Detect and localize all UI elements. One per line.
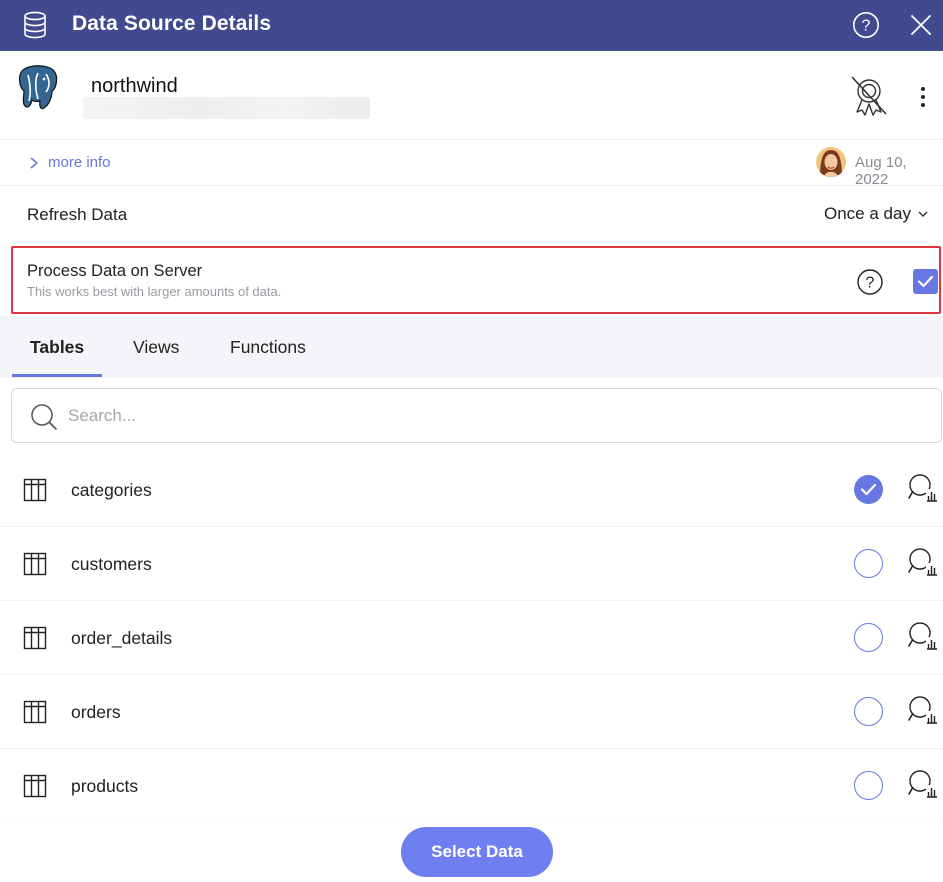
data-preview-icon[interactable]	[908, 621, 938, 653]
checkmark-icon	[860, 483, 877, 496]
table-grid-icon	[23, 774, 47, 798]
search-box	[11, 388, 942, 443]
tabs-bar: Tables Views Functions	[0, 316, 943, 378]
table-select-toggle[interactable]	[854, 697, 883, 726]
modified-date: Aug 10, 2022	[855, 154, 907, 188]
title-bar: Data Source Details ?	[0, 0, 943, 51]
table-name: customers	[71, 554, 152, 574]
datasource-connection-redacted	[83, 97, 370, 119]
process-on-server-checkbox[interactable]	[913, 269, 938, 294]
table-grid-icon	[23, 626, 47, 650]
checkmark-icon	[917, 275, 934, 288]
refresh-frequency-dropdown[interactable]: Once a day	[824, 204, 929, 224]
data-preview-icon[interactable]	[908, 473, 938, 505]
postgresql-elephant-icon	[18, 65, 58, 110]
data-preview-icon[interactable]	[908, 769, 938, 801]
certified-off-icon[interactable]	[848, 74, 890, 118]
refresh-frequency-value: Once a day	[824, 204, 911, 223]
table-select-toggle[interactable]	[854, 623, 883, 652]
table-row[interactable]: categories	[0, 453, 943, 527]
search-input[interactable]	[68, 397, 928, 435]
dialog-title: Data Source Details	[72, 12, 272, 35]
table-name: products	[71, 776, 139, 796]
chevron-down-icon	[918, 211, 928, 217]
database-icon	[24, 11, 46, 39]
refresh-row: Refresh Data Once a day	[0, 186, 943, 244]
refresh-data-label: Refresh Data	[27, 205, 128, 224]
table-row[interactable]: customers	[0, 527, 943, 601]
process-on-server-title: Process Data on Server	[27, 262, 203, 280]
table-grid-icon	[23, 552, 47, 576]
table-row[interactable]: order_details	[0, 601, 943, 675]
table-grid-icon	[23, 478, 47, 502]
help-icon[interactable]: ?	[856, 268, 884, 296]
tab-functions[interactable]: Functions	[230, 337, 306, 358]
process-on-server-option: Process Data on Server This works best w…	[11, 246, 941, 314]
table-select-toggle[interactable]	[854, 771, 883, 800]
chevron-right-icon	[30, 156, 39, 169]
more-options-icon[interactable]	[914, 85, 932, 109]
active-tab-indicator	[12, 374, 102, 377]
svg-text:?: ?	[862, 18, 871, 35]
datasource-name: northwind	[91, 75, 178, 97]
table-name: order_details	[71, 628, 173, 648]
table-name: orders	[71, 702, 121, 722]
tab-tables[interactable]: Tables	[30, 337, 84, 358]
data-preview-icon[interactable]	[908, 547, 938, 579]
avatar	[816, 147, 846, 177]
close-icon[interactable]	[910, 14, 932, 36]
data-preview-icon[interactable]	[908, 695, 938, 727]
table-select-toggle[interactable]	[854, 475, 883, 504]
select-data-button[interactable]: Select Data	[401, 827, 553, 877]
process-on-server-subtitle: This works best with larger amounts of d…	[27, 284, 282, 299]
help-icon[interactable]: ?	[852, 11, 880, 39]
datasource-header: northwind	[0, 51, 943, 140]
table-row[interactable]: orders	[0, 675, 943, 749]
table-row[interactable]: products	[0, 749, 943, 823]
more-info-label: more info	[48, 154, 111, 171]
search-icon	[31, 404, 57, 430]
more-info-link[interactable]: more info	[28, 154, 111, 171]
table-name: categories	[71, 480, 152, 500]
svg-text:?: ?	[866, 275, 875, 292]
tab-views[interactable]: Views	[133, 337, 179, 358]
footer: Select Data	[0, 815, 943, 882]
table-select-toggle[interactable]	[854, 549, 883, 578]
table-list: categories customers order_detailsorders pr…	[0, 453, 943, 823]
table-grid-icon	[23, 700, 47, 724]
info-row: more info Aug 10, 2022	[0, 140, 943, 188]
